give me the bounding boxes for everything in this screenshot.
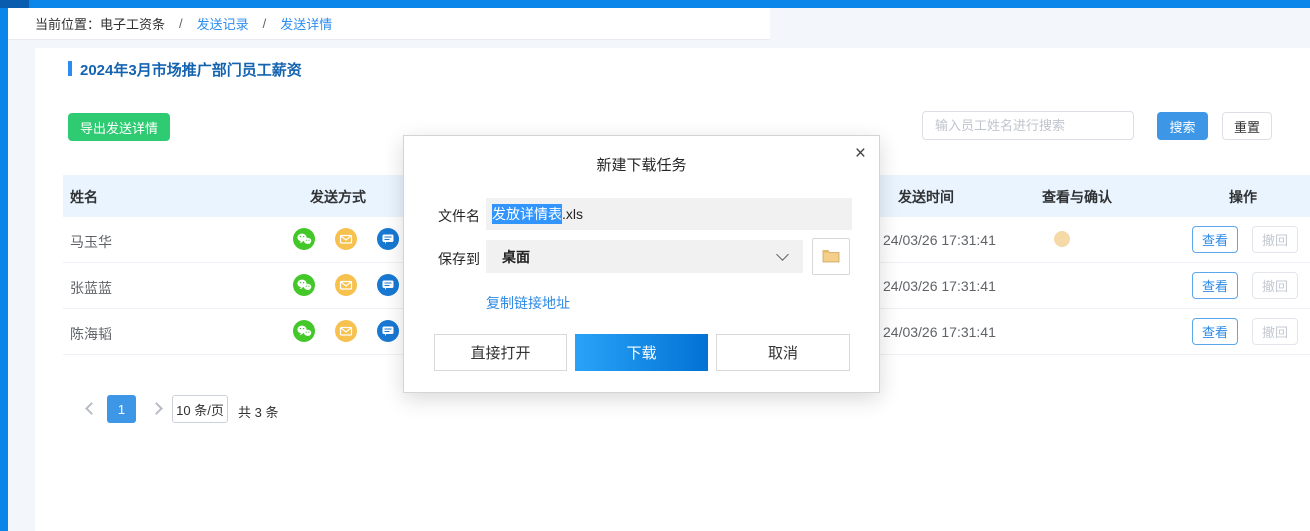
col-header-send-method: 发送方式 — [310, 187, 366, 207]
filename-extension: .xls — [562, 206, 583, 222]
view-button[interactable]: 查看 — [1192, 272, 1238, 299]
breadcrumb: 当前位置：电子工资条 / 发送记录 / 发送详情 — [8, 8, 770, 40]
open-directly-button[interactable]: 直接打开 — [434, 334, 567, 371]
total-count: 共 3 条 — [238, 402, 278, 421]
breadcrumb-link-send-records[interactable]: 发送记录 — [197, 14, 249, 33]
dialog-title: 新建下载任务 — [404, 154, 879, 175]
page-size-select[interactable]: 10 条/页 — [172, 395, 228, 423]
save-to-label: 保存到 — [438, 249, 480, 269]
left-blue-strip — [0, 8, 8, 531]
employee-name: 陈海韬 — [70, 324, 112, 344]
folder-icon — [822, 248, 840, 266]
filename-selected-text: 发放详情表 — [492, 204, 562, 224]
recall-button[interactable]: 撤回 — [1252, 272, 1298, 299]
mail-icon — [335, 228, 357, 250]
sms-icon — [377, 274, 399, 296]
prev-page-icon[interactable] — [85, 402, 98, 415]
sms-icon — [377, 228, 399, 250]
page-number-button[interactable]: 1 — [107, 395, 136, 423]
breadcrumb-location: 当前位置：电子工资条 — [35, 14, 165, 33]
search-input[interactable] — [922, 111, 1134, 140]
cancel-button[interactable]: 取消 — [716, 334, 850, 371]
mail-icon — [335, 274, 357, 296]
top-blue-bar — [0, 0, 1310, 8]
breadcrumb-separator: / — [179, 16, 183, 31]
breadcrumb-link-send-details[interactable]: 发送详情 — [280, 14, 332, 33]
filename-input[interactable]: 发放详情表 .xls — [486, 198, 852, 230]
employee-name: 马玉华 — [70, 232, 112, 252]
chevron-down-icon — [776, 248, 789, 261]
recall-button[interactable]: 撤回 — [1252, 226, 1298, 253]
wechat-icon — [293, 320, 315, 342]
send-time: 24/03/26 17:31:41 — [883, 232, 996, 248]
filename-label: 文件名 — [438, 206, 480, 226]
download-button[interactable]: 下载 — [575, 334, 708, 371]
topbar-corner — [0, 0, 29, 8]
download-dialog: × 新建下载任务 文件名 发放详情表 .xls 保存到 桌面 复制链接地址 直接… — [403, 135, 880, 393]
page-title: 2024年3月市场推广部门员工薪资 — [80, 59, 302, 80]
send-time: 24/03/26 17:31:41 — [883, 278, 996, 294]
wechat-icon — [293, 228, 315, 250]
next-page-icon[interactable] — [150, 402, 163, 415]
app-screen: 当前位置：电子工资条 / 发送记录 / 发送详情 2024年3月市场推广部门员工… — [0, 0, 1310, 531]
col-header-view-confirm: 查看与确认 — [1042, 187, 1112, 207]
view-button[interactable]: 查看 — [1192, 226, 1238, 253]
wechat-icon — [293, 274, 315, 296]
save-to-select[interactable]: 桌面 — [486, 240, 803, 273]
status-dot — [1054, 231, 1070, 247]
breadcrumb-separator: / — [263, 16, 267, 31]
col-header-action: 操作 — [1229, 187, 1257, 207]
view-button[interactable]: 查看 — [1192, 318, 1238, 345]
search-button[interactable]: 搜索 — [1157, 112, 1208, 140]
title-accent-bar — [68, 61, 72, 76]
copy-link[interactable]: 复制链接地址 — [486, 293, 570, 313]
recall-button[interactable]: 撤回 — [1252, 318, 1298, 345]
col-header-name: 姓名 — [70, 187, 98, 207]
mail-icon — [335, 320, 357, 342]
sms-icon — [377, 320, 399, 342]
employee-name: 张蓝蓝 — [70, 278, 112, 298]
reset-button[interactable]: 重置 — [1222, 112, 1272, 140]
send-time: 24/03/26 17:31:41 — [883, 324, 996, 340]
save-to-value: 桌面 — [502, 247, 530, 267]
pagination: 1 10 条/页 共 3 条 — [35, 395, 1310, 423]
browse-folder-button[interactable] — [812, 238, 850, 275]
export-button[interactable]: 导出发送详情 — [68, 113, 170, 141]
col-header-send-time: 发送时间 — [898, 187, 954, 207]
